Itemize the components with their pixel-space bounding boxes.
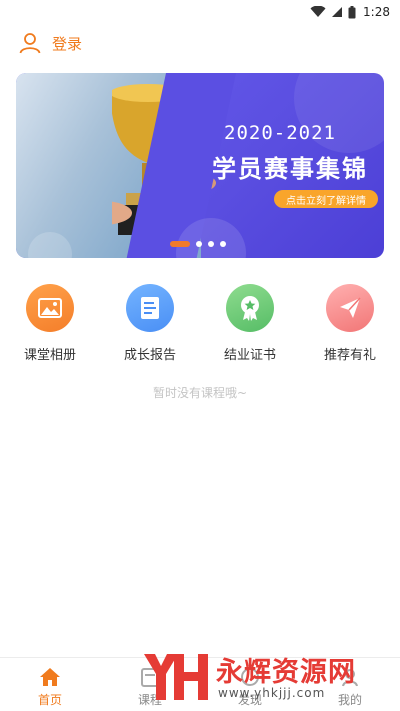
pagination-dot[interactable] — [220, 241, 226, 247]
nav-discover[interactable]: 发现 — [200, 658, 300, 711]
nav-profile[interactable]: 我的 — [300, 658, 400, 711]
signal-icon — [332, 7, 343, 17]
battery-icon — [348, 5, 356, 18]
nav-label: 发现 — [237, 693, 262, 707]
menu-label: 推荐有礼 — [323, 348, 376, 363]
banner-cta-button[interactable]: 点击立刻了解详情 — [274, 190, 378, 208]
paper-plane-icon — [326, 284, 374, 332]
pagination-dot[interactable] — [196, 241, 202, 247]
document-icon — [126, 284, 174, 332]
course-icon — [141, 668, 159, 687]
menu-item-growth-report[interactable]: 成长报告 — [100, 284, 200, 363]
banner-title: 学员赛事集锦 — [212, 155, 368, 183]
banner-pagination — [170, 241, 226, 247]
nav-label: 我的 — [337, 693, 362, 707]
discover-icon — [241, 668, 259, 686]
empty-state-text: 暂时没有课程哦~ — [152, 386, 248, 400]
user-icon — [19, 33, 41, 54]
nav-course[interactable]: 课程 — [100, 658, 200, 711]
status-time: 1:28 — [363, 5, 390, 19]
bottom-nav: 首页 课程 发现 我的 — [0, 657, 400, 711]
certificate-badge-icon — [226, 284, 274, 332]
banner-year: 2020-2021 — [224, 122, 336, 144]
menu-label: 成长报告 — [123, 348, 176, 363]
login-entry[interactable]: 登录 — [18, 30, 82, 56]
promo-banner[interactable]: 2020-2021 学员赛事集锦 点击立刻了解详情 — [16, 73, 384, 258]
profile-icon — [342, 669, 358, 687]
menu-label: 结业证书 — [223, 348, 276, 363]
pagination-dot-active[interactable] — [170, 241, 190, 247]
menu-item-class-album[interactable]: 课堂相册 — [0, 284, 100, 363]
nav-home[interactable]: 首页 — [0, 658, 100, 711]
menu-label: 课堂相册 — [23, 348, 76, 363]
app-screen: 1:28 登录 2020-2021 学员赛事集锦 点击立刻了解详情 课堂相册 成… — [0, 0, 400, 711]
home-icon — [40, 668, 60, 686]
login-label: 登录 — [52, 34, 83, 53]
wifi-icon — [310, 6, 326, 17]
nav-label: 首页 — [37, 693, 62, 707]
pagination-dot[interactable] — [208, 241, 214, 247]
status-bar: 1:28 — [0, 0, 400, 24]
nav-label: 课程 — [137, 693, 162, 707]
menu-item-referral[interactable]: 推荐有礼 — [300, 284, 400, 363]
quick-menu: 课堂相册 成长报告 结业证书 推荐有礼 — [0, 284, 400, 363]
menu-item-certificate[interactable]: 结业证书 — [200, 284, 300, 363]
photo-album-icon — [26, 284, 74, 332]
